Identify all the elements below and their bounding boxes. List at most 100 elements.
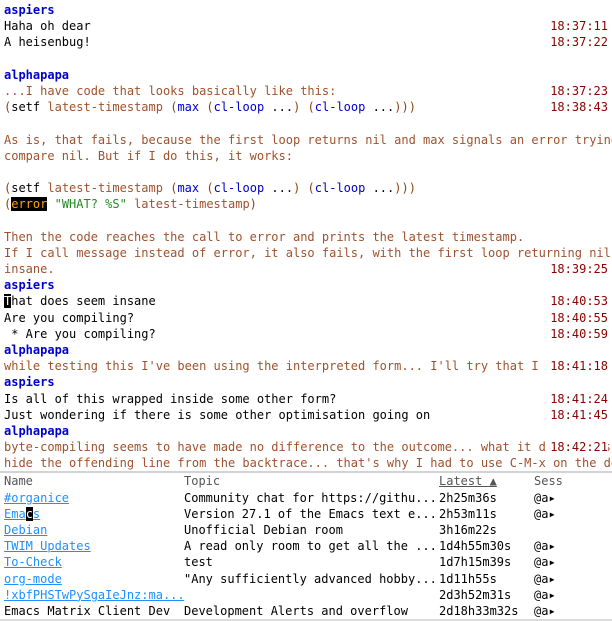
room-latest: 1d7h15m39s — [439, 554, 534, 570]
room-topic — [184, 587, 439, 603]
room-name[interactable]: To-Check — [4, 554, 184, 570]
timestamp: 18:37:23 — [546, 83, 608, 99]
room-latest: 1d11h55s — [439, 571, 534, 587]
timestamp: 18:40:53 — [546, 293, 608, 309]
chat-line: aspiers — [4, 2, 608, 18]
room-latest: 2h53m11s — [439, 506, 534, 522]
chat-line — [4, 115, 608, 131]
room-name[interactable]: !xbfPHSTwPySgaIeJnz:ma... — [4, 587, 184, 603]
col-header-sess: Sess — [534, 473, 608, 489]
room-topic: Unofficial Debian room — [184, 522, 439, 538]
chat-line: alphapapa — [4, 67, 608, 83]
chat-line: alphapapa — [4, 423, 608, 439]
room-topic: Version 27.1 of the Emacs text e... — [184, 506, 439, 522]
chat-line: Then the code reaches the call to error … — [4, 229, 608, 245]
narration: Then the code reaches the call to error … — [4, 230, 524, 244]
room-row[interactable]: TWIM UpdatesA read only room to get all … — [4, 538, 608, 554]
narration: hide the offending line from the backtra… — [4, 456, 612, 470]
msg-text: Are you compiling? — [4, 311, 134, 325]
chat-line: (setf latest-timestamp (max (cl-loop ...… — [4, 99, 608, 115]
room-latest: 1d4h55m30s — [439, 538, 534, 554]
room-topic: Community chat for https://githu... — [184, 490, 439, 506]
narration: insane. — [4, 262, 55, 276]
chat-line: That does seem insane18:40:53 — [4, 293, 608, 309]
nick: alphapapa — [4, 68, 69, 82]
timestamp: 18:38:43 — [546, 99, 608, 115]
chat-line: * Are you compiling? 18:40:59 — [4, 326, 608, 342]
timestamp: 18:41:45 — [546, 407, 608, 423]
chat-line: hide the offending line from the backtra… — [4, 455, 608, 471]
timestamp: 18:40:59 — [546, 326, 608, 342]
nick: aspiers — [4, 278, 55, 292]
nick: alphapapa — [4, 424, 69, 438]
room-latest: 2d3h52m31s — [439, 587, 534, 603]
chat-line: Are you compiling? 18:40:55 — [4, 310, 608, 326]
narration: while testing this I've been using the i… — [4, 359, 582, 373]
timestamp: 18:42:21 — [546, 439, 608, 455]
chat-line: aspiers — [4, 374, 608, 390]
chat-line: compare nil. But if I do this, it works: — [4, 148, 608, 164]
col-header-topic: Topic — [184, 473, 439, 489]
room-latest: 2h25m36s — [439, 490, 534, 506]
room-name[interactable]: Emacs Matrix Client Dev — [4, 603, 184, 619]
chat-line: Haha oh dear18:37:11 — [4, 18, 608, 34]
room-sess: @a▸ — [534, 490, 608, 506]
chat-line: If I call message instead of error, it a… — [4, 245, 608, 261]
col-header-latest[interactable]: Latest ▲ — [439, 473, 534, 489]
chat-line: insane. 18:39:25 — [4, 261, 608, 277]
chat-line — [4, 164, 608, 180]
timestamp: 18:37:11 — [546, 18, 608, 34]
chat-pane[interactable]: aspiersHaha oh dear18:37:11A heisenbug!1… — [0, 0, 612, 471]
msg-text: Is all of this wrapped inside some other… — [4, 392, 336, 406]
room-sess: @a▸ — [534, 587, 608, 603]
nick: aspiers — [4, 375, 55, 389]
narration: byte-compiling seems to have made no dif… — [4, 440, 611, 454]
timestamp: 18:39:25 — [546, 261, 608, 277]
narration: As is, that fails, because the first loo… — [4, 133, 612, 147]
chat-line: aspiers — [4, 277, 608, 293]
room-sess: @a▸ — [534, 603, 608, 619]
room-row[interactable]: To-Checktest1d7h15m39s@a▸ — [4, 554, 608, 570]
chat-line: while testing this I've been using the i… — [4, 358, 608, 374]
room-latest: 3h16m22s — [439, 522, 534, 538]
room-topic: Development Alerts and overflow — [184, 603, 439, 619]
timestamp: 18:41:24 — [546, 391, 608, 407]
chat-line — [4, 51, 608, 67]
room-name[interactable]: org-mode — [4, 571, 184, 587]
error-symbol: error — [11, 197, 47, 211]
room-sess: @a▸ — [534, 571, 608, 587]
room-topic: test — [184, 554, 439, 570]
room-topic: A read only room to get all the ... — [184, 538, 439, 554]
room-row[interactable]: Emacs Matrix Client DevDevelopment Alert… — [4, 603, 608, 619]
room-name[interactable]: TWIM Updates — [4, 538, 184, 554]
rooms-pane[interactable]: Name Topic Latest ▲ Sess #organiceCommun… — [0, 473, 612, 619]
room-row[interactable]: !xbfPHSTwPySgaIeJnz:ma... 2d3h52m31s@a▸ — [4, 587, 608, 603]
narration: If I call message instead of error, it a… — [4, 246, 612, 260]
chat-line: (setf latest-timestamp (max (cl-loop ...… — [4, 180, 608, 196]
chat-line: byte-compiling seems to have made no dif… — [4, 439, 608, 455]
msg-text: A heisenbug! — [4, 35, 91, 49]
room-sess: @a▸ — [534, 538, 608, 554]
room-name[interactable]: Debian — [4, 522, 184, 538]
msg-text: Just wondering if there is some other op… — [4, 408, 430, 422]
col-header-name: Name — [4, 473, 184, 489]
room-row[interactable]: org-mode"Any sufficiently advanced hobby… — [4, 571, 608, 587]
chat-line: A heisenbug! 18:37:22 — [4, 34, 608, 50]
timestamp: 18:40:55 — [546, 310, 608, 326]
room-sess — [534, 522, 608, 538]
room-sess: @a▸ — [534, 554, 608, 570]
chat-line: Just wondering if there is some other op… — [4, 407, 608, 423]
timestamp: 18:37:22 — [546, 34, 608, 50]
chat-line: alphapapa — [4, 342, 608, 358]
narration: compare nil. But if I do this, it works: — [4, 149, 293, 163]
msg-text: * Are you compiling? — [4, 327, 156, 341]
room-row[interactable]: #organiceCommunity chat for https://gith… — [4, 490, 608, 506]
room-name[interactable]: #organice — [4, 490, 184, 506]
nick: alphapapa — [4, 343, 69, 357]
room-name[interactable]: Emacs — [4, 506, 184, 522]
chat-line: ...I have code that looks basically like… — [4, 83, 608, 99]
narration: ...I have code that looks basically like… — [4, 84, 336, 98]
room-row[interactable]: DebianUnofficial Debian room3h16m22s — [4, 522, 608, 538]
room-row[interactable]: EmacsVersion 27.1 of the Emacs text e...… — [4, 506, 608, 522]
room-topic: "Any sufficiently advanced hobby... — [184, 571, 439, 587]
